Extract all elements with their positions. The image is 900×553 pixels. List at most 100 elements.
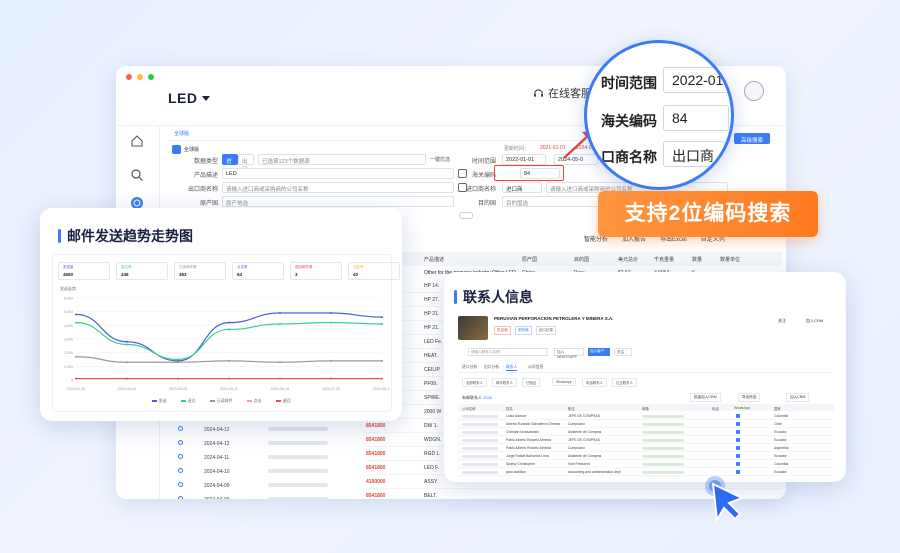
header-unit: 数量单位: [720, 257, 741, 263]
redacted-company: [268, 497, 328, 499]
table-row[interactable]: 2024-04-11: [164, 451, 364, 465]
contact-action-button[interactable]: 加入CRM: [786, 393, 810, 402]
contact-row[interactable]: Sparky Christopher Vice President Colombia: [458, 460, 834, 468]
chevron-down-icon[interactable]: [202, 96, 210, 101]
linkedin-icon[interactable]: [736, 413, 740, 418]
search-icon[interactable]: [178, 482, 183, 487]
legend-item[interactable]: 发送: [151, 398, 167, 404]
contact-subtab[interactable]: 全部联系人: [462, 378, 487, 387]
product-input[interactable]: LED: [222, 168, 454, 179]
legend-swatch: [151, 400, 157, 402]
follow-link[interactable]: 关注: [778, 318, 786, 324]
legend-swatch: [209, 400, 215, 402]
add-whatsapp-button[interactable]: 加入WHATSAPP: [554, 348, 584, 359]
search-icon[interactable]: [178, 426, 183, 431]
data-point: [381, 322, 383, 325]
mag-time-input[interactable]: 2022-01-: [663, 67, 731, 93]
advanced-search-button[interactable]: 高级搜索: [734, 133, 770, 144]
search-icon[interactable]: [178, 468, 183, 473]
contact-action-button[interactable]: 批量加入CRM: [690, 393, 721, 402]
y-tick-label: 1,000: [64, 365, 73, 369]
table-row[interactable]: 2024-04-09: [164, 493, 364, 499]
contact-subtab[interactable]: 电话联系人: [582, 378, 607, 387]
linkedin-icon[interactable]: [736, 461, 740, 466]
row-hs-code: 8541800: [366, 437, 386, 443]
search-icon[interactable]: [178, 496, 183, 499]
data-point: [279, 322, 281, 325]
search-icon[interactable]: [130, 168, 144, 182]
data-point: [228, 328, 230, 331]
table-row[interactable]: 2024-04-09: [164, 479, 364, 493]
contact-subtab[interactable]: WhatsApp: [552, 378, 576, 386]
y-tick-label: 5,000: [64, 310, 73, 314]
version-tag[interactable]: 全球版: [184, 146, 199, 153]
contact-name: grau wahilton: [506, 469, 527, 474]
add-customer-button[interactable]: 加入客户: [588, 348, 610, 356]
contact-subtab[interactable]: 社交联系人: [612, 378, 637, 387]
dataset-select[interactable]: 已选择123个数据源: [258, 154, 426, 165]
exporter-input[interactable]: 请输入进口商或采购商的公司名称: [222, 182, 454, 193]
divider: [458, 372, 834, 373]
time-from-input[interactable]: 2022-01-01: [502, 154, 546, 165]
hs-code-input[interactable]: 84: [520, 168, 560, 179]
contact-tab[interactable]: 公司信息: [528, 365, 543, 370]
linkedin-icon[interactable]: [736, 421, 740, 426]
data-point: [228, 377, 230, 380]
contact-row[interactable]: Luisa Alarcon JEFE DE COMPRAS Colombia: [458, 412, 834, 420]
contact-title: Comprador: [568, 445, 585, 450]
legend-item[interactable]: 已读邮件: [209, 398, 233, 404]
one-key-button[interactable]: 一键优选: [430, 156, 450, 163]
table-row[interactable]: 2024-04-12: [164, 423, 364, 437]
home-icon[interactable]: [130, 134, 144, 148]
time-range-label: 时间范围: [471, 159, 496, 165]
legend-item[interactable]: 退回: [275, 398, 291, 404]
contact-tab[interactable]: 联系人: [506, 365, 518, 371]
mag-exporter-select[interactable]: 出口商: [663, 141, 725, 167]
contact-title: Vice President: [568, 461, 590, 466]
online-service-button[interactable]: 在线客服: [533, 85, 592, 101]
contact-row[interactable]: Pablo Alberto Rosario Almeda Comprador Arg…: [458, 444, 834, 452]
collapse-icon[interactable]: [459, 212, 473, 219]
contact-tab[interactable]: 进口分析: [462, 365, 477, 370]
legend-item[interactable]: 点击: [246, 398, 262, 404]
x-tick-label: 2023-06-18: [271, 387, 289, 391]
search-icon[interactable]: [178, 440, 183, 445]
mag-hs-input[interactable]: 84: [663, 105, 729, 131]
row-desc: HEAT.: [424, 353, 438, 359]
crm-link[interactable]: 加入CRM: [806, 318, 823, 324]
avatar[interactable]: [744, 81, 764, 101]
data-point: [381, 316, 383, 319]
follow-button[interactable]: 关注: [614, 348, 632, 356]
contact-action-button[interactable]: 导出所选: [738, 393, 761, 402]
linkedin-icon[interactable]: [736, 469, 740, 474]
importer-select[interactable]: 进口商: [502, 182, 542, 193]
row-hs-code: 4190000: [366, 479, 386, 485]
legend-label: 已读邮件: [216, 398, 233, 403]
linkedin-icon[interactable]: [736, 453, 740, 458]
app-title: LED: [168, 90, 198, 106]
search-icon[interactable]: [178, 454, 183, 459]
contact-row[interactable]: Alberto Rolando Salvatierra Olmedo Compra…: [458, 420, 834, 428]
export-toggle[interactable]: 出口: [238, 154, 254, 173]
contact-row[interactable]: Christian Iovaszewski Asistente de Compra…: [458, 428, 834, 436]
origin-select[interactable]: 原产地选: [222, 196, 454, 207]
legend-swatch: [275, 400, 281, 402]
legend-item[interactable]: 送达: [180, 398, 196, 404]
linkedin-icon[interactable]: [736, 445, 740, 450]
contact-row[interactable]: grau wahilton accounting and administrati…: [458, 468, 834, 476]
linkedin-icon[interactable]: [736, 429, 740, 434]
table-row[interactable]: 2024-04-10: [164, 465, 364, 479]
contact-subtab[interactable]: 已验证: [522, 378, 541, 387]
contact-tab[interactable]: 出口分析: [484, 365, 499, 370]
contact-name: Jorge Rafael Bañuelos Lima: [506, 453, 549, 458]
email-card-title-text: 邮件发送趋势走势图: [67, 228, 193, 244]
contact-row[interactable]: Pablo Alberto Rosario Almeda JEFE DE COMP…: [458, 436, 834, 444]
import-toggle[interactable]: 进口: [222, 154, 238, 173]
table-row[interactable]: 2024-04-12: [164, 437, 364, 451]
contact-row[interactable]: Jorge Rafael Bañuelos Lima Asistente de C…: [458, 452, 834, 460]
stat-value: 448: [121, 272, 129, 277]
contact-search-input[interactable]: 请输入联系人名称: [468, 348, 548, 356]
contact-subtab[interactable]: 邮件联系人: [492, 378, 517, 387]
x-tick-label: 2023-03-24: [118, 387, 136, 391]
linkedin-icon[interactable]: [736, 437, 740, 442]
